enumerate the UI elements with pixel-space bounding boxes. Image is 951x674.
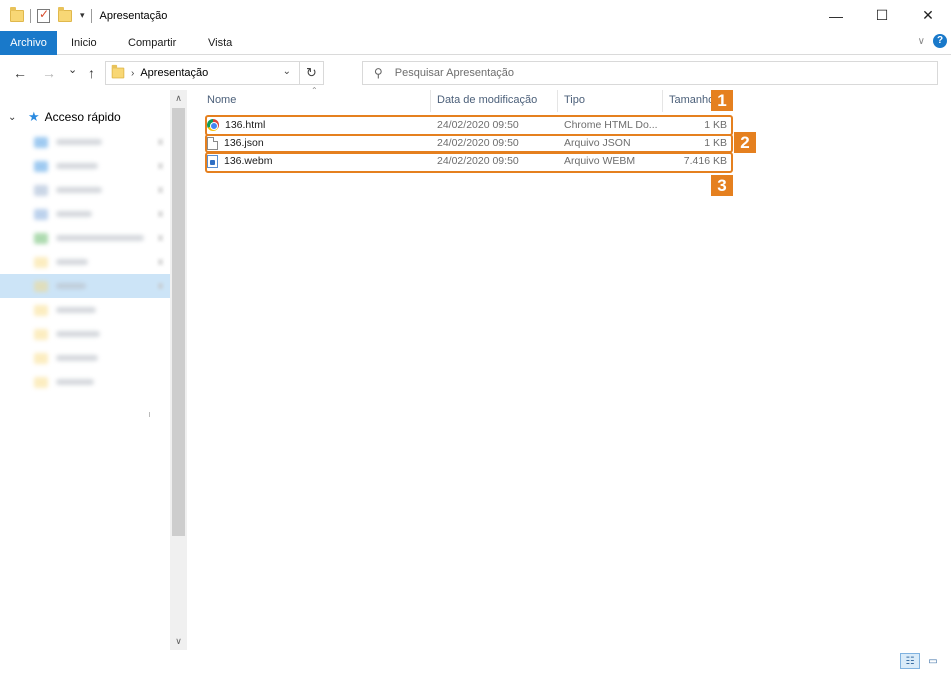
up-arrow-icon[interactable]: ↑ — [88, 65, 95, 81]
search-icon: ⚲ — [374, 66, 383, 80]
nav-item-label — [56, 259, 88, 265]
drive-icon — [34, 233, 48, 244]
folder-icon — [34, 329, 48, 340]
nav-item-label — [56, 163, 98, 169]
nav-item-label — [56, 139, 102, 145]
nav-item[interactable] — [0, 178, 170, 202]
nav-item[interactable] — [0, 154, 170, 178]
pictures-icon — [34, 209, 48, 220]
callout-badge-2: 2 — [734, 132, 756, 153]
column-header-type[interactable]: Tipo — [558, 90, 663, 112]
folder-icon — [34, 257, 48, 268]
details-view-icon[interactable]: ☷ — [900, 653, 920, 669]
maximize-button[interactable]: ☐ — [859, 0, 905, 31]
file-list-pane: ⌃ Nome Data de modificação Tipo Tamanho … — [187, 86, 951, 650]
pin-icon — [158, 235, 163, 241]
nav-item-label — [56, 307, 96, 313]
help-icon[interactable]: ? — [933, 34, 947, 48]
back-arrow-icon[interactable]: ← — [13, 65, 27, 81]
nav-pane-scrollbar[interactable]: ∧ ∨ — [170, 90, 187, 650]
column-header-row: ⌃ Nome Data de modificação Tipo Tamanho — [201, 86, 741, 112]
folder-icon — [111, 64, 125, 79]
toolbar-separator — [30, 8, 31, 23]
pin-icon — [158, 187, 163, 193]
nav-item-selected[interactable] — [0, 274, 170, 298]
nav-item-label — [56, 211, 92, 217]
breadcrumb-item[interactable]: Apresentação — [140, 67, 208, 79]
scroll-down-arrow-icon[interactable]: ∨ — [170, 633, 187, 650]
divider-mark — [149, 412, 150, 417]
window-controls: — ☐ ✕ — [813, 0, 951, 31]
highlight-box-2 — [205, 134, 733, 153]
ribbon-tabs: Archivo Inicio Compartir Vista ∨ ? — [0, 31, 951, 55]
callout-badge-3: 3 — [711, 175, 733, 196]
nav-item[interactable] — [0, 346, 170, 370]
view-toggle: ☷ ▭ — [897, 653, 943, 669]
callout-badge-1: 1 — [711, 90, 733, 111]
recent-locations-icon[interactable]: ⌄ — [68, 63, 77, 76]
toolbar-separator — [90, 8, 92, 23]
window-title: Apresentação — [99, 9, 168, 22]
address-row: ← → ⌄ ↑ › Apresentação ⌄ ↻ ⚲ — [0, 56, 951, 90]
column-header-date[interactable]: Data de modificação — [431, 90, 558, 112]
search-input[interactable] — [394, 67, 895, 79]
folder-icon — [34, 281, 48, 292]
scroll-up-arrow-icon[interactable]: ∧ — [170, 90, 187, 107]
close-button[interactable]: ✕ — [905, 0, 951, 31]
address-bar[interactable]: › Apresentação ⌄ ↻ — [105, 61, 324, 85]
nav-item-label — [56, 283, 86, 289]
nav-item[interactable] — [0, 370, 170, 394]
forward-arrow-icon[interactable]: → — [42, 65, 56, 81]
quick-access-item[interactable]: ⌄ ★ Acceso rápido — [0, 107, 170, 127]
nav-item-label — [56, 355, 98, 361]
highlight-box-3 — [205, 152, 733, 173]
nav-item-label — [56, 187, 102, 193]
column-header-name[interactable]: Nome — [201, 90, 431, 112]
navigation-pane: ⌄ ★ Acceso rápido — [0, 90, 170, 650]
folder-icon — [34, 377, 48, 388]
nav-item[interactable] — [0, 130, 170, 154]
nav-item[interactable] — [0, 202, 170, 226]
downloads-icon — [34, 161, 48, 172]
pin-icon — [158, 259, 163, 265]
star-icon: ★ — [28, 109, 40, 124]
tab-inicio[interactable]: Inicio — [61, 31, 107, 55]
tab-archivo[interactable]: Archivo — [0, 31, 57, 55]
search-box[interactable]: ⚲ — [362, 61, 938, 85]
desktop-icon — [34, 137, 48, 148]
nav-item[interactable] — [0, 298, 170, 322]
breadcrumb-separator[interactable]: › — [131, 68, 134, 79]
customize-toolbar-dropdown-icon[interactable]: ▾ — [80, 10, 85, 21]
folder-icon — [34, 305, 48, 316]
new-folder-icon[interactable] — [58, 6, 72, 22]
address-dropdown-icon[interactable]: ⌄ — [283, 66, 291, 77]
folder-icon[interactable] — [10, 6, 24, 22]
nav-item[interactable] — [0, 250, 170, 274]
pin-icon — [158, 211, 163, 217]
nav-item-label — [56, 235, 144, 241]
tab-vista[interactable]: Vista — [198, 31, 242, 55]
quick-access-toolbar: ▾ Apresentação — [0, 0, 167, 31]
pin-icon — [158, 139, 163, 145]
refresh-button[interactable]: ↻ — [299, 62, 323, 84]
pin-icon — [158, 283, 163, 289]
quick-access-label: Acceso rápido — [44, 110, 121, 124]
properties-icon[interactable] — [37, 7, 50, 23]
large-icons-view-icon[interactable]: ▭ — [923, 653, 943, 669]
documents-icon — [34, 185, 48, 196]
title-bar: ▾ Apresentação — ☐ ✕ — [0, 0, 951, 31]
folder-icon — [34, 353, 48, 364]
nav-item[interactable] — [0, 226, 170, 250]
highlight-box-1 — [205, 115, 733, 136]
nav-item[interactable] — [0, 322, 170, 346]
nav-item-label — [56, 379, 94, 385]
scrollbar-thumb[interactable] — [172, 108, 185, 536]
minimize-button[interactable]: — — [813, 0, 859, 31]
nav-item-label — [56, 331, 100, 337]
tab-compartir[interactable]: Compartir — [118, 31, 186, 55]
pin-icon — [158, 163, 163, 169]
expand-chevron-icon[interactable]: ⌄ — [8, 112, 20, 123]
expand-ribbon-icon[interactable]: ∨ — [918, 36, 925, 47]
